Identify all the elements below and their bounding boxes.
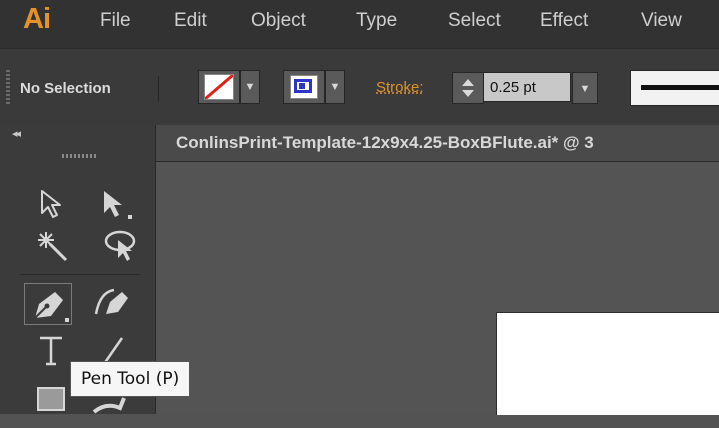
- selection-status: No Selection: [20, 76, 159, 102]
- fill-none-icon: [204, 74, 234, 100]
- fill-dropdown-button[interactable]: ▼: [240, 70, 260, 104]
- stroke-color-icon: [290, 75, 318, 99]
- pen-tool-icon: [34, 292, 69, 322]
- document-tab-title: ConlinsPrint-Template-12x9x4.25-BoxBFlut…: [176, 133, 594, 152]
- control-bar-grip-icon[interactable]: [6, 70, 10, 104]
- stroke-panel-link[interactable]: Stroke:: [376, 79, 424, 96]
- menu-select[interactable]: Select: [448, 10, 501, 32]
- menu-object[interactable]: Object: [251, 10, 306, 32]
- pen-tool-button[interactable]: [24, 283, 72, 325]
- stroke-profile-line: [641, 85, 719, 90]
- selection-tool-icon[interactable]: [38, 185, 80, 221]
- stroke-weight-dropdown-button[interactable]: ▼: [572, 72, 598, 104]
- paintbrush-tool-icon[interactable]: [90, 392, 132, 428]
- menu-edit[interactable]: Edit: [174, 10, 207, 32]
- stroke-weight-input[interactable]: 0.25 pt: [483, 72, 571, 102]
- artboard[interactable]: [496, 312, 719, 415]
- magic-wand-tool-icon[interactable]: [34, 228, 76, 264]
- direct-selection-tool-icon[interactable]: [100, 185, 142, 221]
- stroke-color-dropdown-button[interactable]: ▼: [325, 70, 345, 104]
- stroke-profile-selector[interactable]: [630, 70, 719, 106]
- menu-type[interactable]: Type: [356, 10, 397, 32]
- menu-file[interactable]: File: [100, 10, 131, 32]
- app-logo: Ai: [23, 3, 51, 35]
- pen-tool-tooltip: Pen Tool (P): [70, 361, 191, 397]
- collapse-panel-icon[interactable]: ◂◂: [12, 127, 21, 140]
- curvature-tool-icon[interactable]: [92, 284, 134, 320]
- stepper-arrows-icon: [462, 79, 474, 97]
- lasso-tool-icon[interactable]: [102, 228, 144, 264]
- tools-panel-grip-icon[interactable]: [62, 154, 96, 158]
- menu-effect[interactable]: Effect: [540, 10, 588, 32]
- menu-view[interactable]: View: [641, 10, 682, 32]
- stroke-weight-stepper[interactable]: [452, 72, 484, 104]
- tools-divider: [20, 274, 140, 275]
